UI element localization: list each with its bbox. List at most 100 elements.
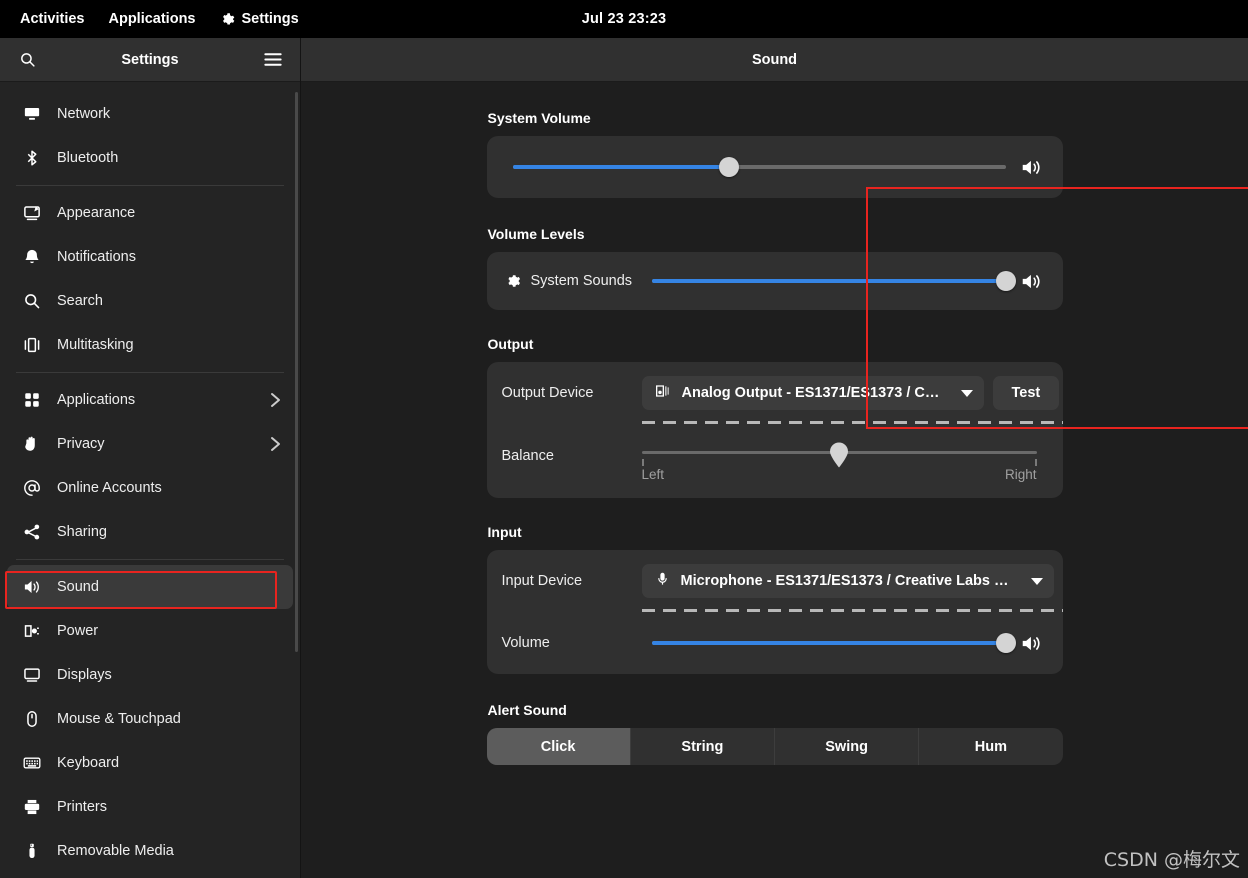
system-volume-group: System Volume <box>486 110 1063 198</box>
appearance-icon <box>23 204 41 222</box>
sidebar-item-power[interactable]: Power <box>7 609 293 653</box>
sidebar-scrollbar-thumb[interactable] <box>295 92 298 652</box>
chevron-right-icon <box>270 436 281 452</box>
alert-sound-option-hum[interactable]: Hum <box>919 728 1062 765</box>
system-volume-slider[interactable] <box>512 157 1006 177</box>
activities-button[interactable]: Activities <box>8 0 96 38</box>
volume-levels-group: Volume Levels System Sounds <box>486 226 1063 310</box>
applications-button[interactable]: Applications <box>96 0 207 38</box>
alert-sound-option-string[interactable]: String <box>631 728 775 765</box>
input-volume-slider[interactable] <box>651 633 1016 653</box>
test-button[interactable]: Test <box>992 376 1060 410</box>
hand-icon <box>23 435 41 453</box>
hamburger-menu-icon[interactable] <box>260 47 286 73</box>
output-device-dropdown[interactable]: Analog Output - ES1371/ES1373 / Creat… <box>641 376 984 410</box>
multitasking-icon <box>23 336 41 354</box>
settings-label: Settings <box>241 11 299 27</box>
sidebar-title: Settings <box>121 51 179 68</box>
microphone-icon <box>655 571 670 591</box>
gear-icon <box>220 12 235 27</box>
chevron-right-icon <box>270 392 281 408</box>
sound-panel: System Volume Volume Levels System Sound… <box>301 82 1248 878</box>
system-sounds-slider[interactable] <box>652 271 1016 291</box>
slider-knob[interactable] <box>995 633 1016 653</box>
alert-sound-segmented-control: Click String Swing Hum <box>486 728 1063 765</box>
sidebar-item-label: Printers <box>57 799 107 815</box>
balance-tick-left <box>641 459 644 466</box>
sidebar-item-applications[interactable]: Applications <box>7 378 293 422</box>
sidebar-item-network[interactable]: Network <box>7 92 293 136</box>
volume-high-icon[interactable] <box>1020 158 1041 177</box>
alert-sound-option-label: Hum <box>974 738 1007 755</box>
sidebar-item-label: Search <box>57 293 103 309</box>
search-icon[interactable] <box>14 47 40 73</box>
sidebar-item-privacy[interactable]: Privacy <box>7 422 293 466</box>
sidebar-item-sharing[interactable]: Sharing <box>7 510 293 554</box>
alert-sound-option-swing[interactable]: Swing <box>775 728 920 765</box>
content-body: System Volume Volume Levels System Sound… <box>301 82 1248 878</box>
display-icon <box>23 666 41 684</box>
sidebar-item-multitasking[interactable]: Multitasking <box>7 323 293 367</box>
keyboard-icon <box>23 754 41 772</box>
volume-high-icon[interactable] <box>1020 634 1041 653</box>
sidebar-item-notifications[interactable]: Notifications <box>7 235 293 279</box>
bluetooth-icon <box>23 149 41 167</box>
network-icon <box>23 105 41 123</box>
sidebar-item-label: Bluetooth <box>57 150 119 166</box>
sidebar-item-online-accounts[interactable]: Online Accounts <box>7 466 293 510</box>
input-title: Input <box>487 524 522 540</box>
slider-fill <box>652 279 1006 283</box>
sidebar-item-keyboard[interactable]: Keyboard <box>7 741 293 785</box>
input-card: Input Device Microphone - ES1371/ES1373 … <box>486 550 1063 674</box>
balance-knob[interactable] <box>829 442 849 468</box>
lineout-speaker-icon <box>655 383 671 403</box>
sidebar-scrollbar[interactable] <box>295 92 298 878</box>
slider-fill <box>651 641 1006 645</box>
sidebar-item-sound[interactable]: Sound <box>7 565 293 609</box>
balance-row: Balance Left Right <box>487 424 1063 498</box>
slider-knob[interactable] <box>995 271 1016 291</box>
input-device-label: Input Device <box>501 573 583 589</box>
output-device-controls: Analog Output - ES1371/ES1373 / Creat… T… <box>641 376 1063 424</box>
sidebar-item-appearance[interactable]: Appearance <box>7 191 293 235</box>
sidebar-header: Settings <box>0 38 300 82</box>
search-icon <box>23 292 41 310</box>
system-volume-card <box>486 136 1063 198</box>
balance-slider[interactable]: Left Right <box>641 442 1037 488</box>
sidebar-item-bluetooth[interactable]: Bluetooth <box>7 136 293 180</box>
activities-label: Activities <box>20 11 85 27</box>
sidebar-item-search[interactable]: Search <box>7 279 293 323</box>
sidebar-separator <box>16 559 284 560</box>
at-sign-icon <box>23 479 41 497</box>
alert-sound-option-click[interactable]: Click <box>486 728 631 765</box>
alert-sound-option-label: Click <box>540 738 576 755</box>
input-device-dropdown[interactable]: Microphone - ES1371/ES1373 / Creative La… <box>641 564 1054 598</box>
sidebar-item-label: Notifications <box>57 249 136 265</box>
settings-window-button[interactable]: Settings <box>208 0 311 38</box>
balance-right-label: Right <box>1004 467 1037 482</box>
alert-sound-option-label: Swing <box>825 738 868 755</box>
output-title: Output <box>487 336 534 352</box>
settings-window: Settings Network Bluetooth Appearance Notif… <box>0 38 1248 878</box>
input-volume-label: Volume <box>501 635 550 651</box>
system-volume-title: System Volume <box>487 110 591 126</box>
alert-sound-title: Alert Sound <box>487 702 567 718</box>
printer-icon <box>23 798 41 816</box>
speaker-icon <box>23 578 41 596</box>
sidebar-item-label: Power <box>57 623 99 639</box>
chevron-down-icon <box>955 385 973 401</box>
sidebar-item-label: Sound <box>57 579 99 595</box>
output-card: Output Device Analog Output - ES1371/ES1… <box>486 362 1063 498</box>
sidebar-item-printers[interactable]: Printers <box>7 785 293 829</box>
sidebar-item-removable-media[interactable]: Removable Media <box>7 829 293 873</box>
test-button-label: Test <box>1011 385 1041 401</box>
sidebar-item-label: Applications <box>57 392 136 408</box>
sidebar-item-mouse-touchpad[interactable]: Mouse & Touchpad <box>7 697 293 741</box>
slider-knob[interactable] <box>719 157 740 177</box>
volume-high-icon[interactable] <box>1020 272 1041 291</box>
sidebar-item-displays[interactable]: Displays <box>7 653 293 697</box>
sidebar-separator <box>16 372 284 373</box>
sidebar: Settings Network Bluetooth Appearance Notif… <box>0 38 301 878</box>
chevron-down-icon <box>1025 573 1043 589</box>
usb-drive-icon <box>23 842 41 860</box>
